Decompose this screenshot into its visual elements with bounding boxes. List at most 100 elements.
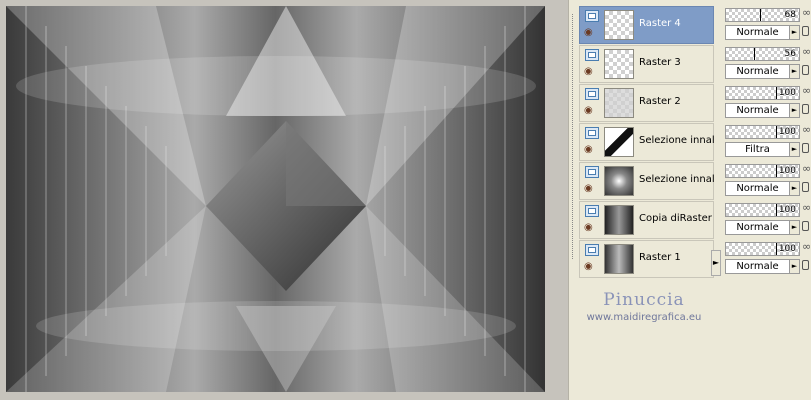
opacity-slider[interactable]: 100 <box>725 203 800 217</box>
opacity-slider[interactable]: 100 <box>725 125 800 139</box>
layer-thumbnail <box>604 205 634 235</box>
blend-mode-select[interactable]: Normale ► <box>725 181 800 196</box>
layer-properties: 100 Normale ► ∞ <box>724 201 811 239</box>
layer-row[interactable]: ◉ Selezione innalzata <box>579 162 715 200</box>
layer-properties: 100 Normale ► ∞ <box>724 84 811 122</box>
layer-properties: 56 Normale ► ∞ <box>724 45 811 83</box>
layer-row[interactable]: ◉ Raster 4 <box>579 6 714 44</box>
layer-row[interactable]: ◉ Copia diRaster 1 <box>579 201 715 239</box>
layer-type-icon[interactable] <box>585 88 599 100</box>
layer-thumbnail <box>604 10 634 40</box>
blend-mode-select[interactable]: Normale ► <box>725 259 800 274</box>
blend-mode-value: Normale <box>736 105 779 116</box>
opacity-value: 100 <box>778 88 796 98</box>
layer-row[interactable]: ◉ Raster 1 <box>579 240 714 278</box>
dropdown-arrow-icon[interactable]: ► <box>789 221 799 234</box>
layer-row[interactable]: ◉ Raster 3 <box>579 45 714 83</box>
opacity-value: 100 <box>778 244 796 254</box>
dropdown-arrow-icon[interactable]: ► <box>789 26 799 39</box>
blend-mode-value: Normale <box>736 222 779 233</box>
opacity-slider[interactable]: 100 <box>725 86 800 100</box>
dropdown-arrow-icon[interactable]: ► <box>789 143 799 156</box>
layer-name: Copia diRaster 1 <box>639 213 715 224</box>
eye-icon[interactable]: ◉ <box>584 184 600 194</box>
layer-name: Selezione innalzata <box>639 174 715 185</box>
scroll-right-arrow-icon[interactable]: ► <box>711 250 721 276</box>
opacity-marker[interactable] <box>776 87 777 99</box>
link-icon[interactable]: ∞ <box>802 84 811 97</box>
eye-icon[interactable]: ◉ <box>584 223 600 233</box>
lock-icon[interactable] <box>802 65 809 75</box>
link-icon[interactable]: ∞ <box>802 6 811 19</box>
opacity-marker[interactable] <box>776 165 777 177</box>
opacity-marker[interactable] <box>760 9 761 21</box>
link-icon[interactable]: ∞ <box>802 201 811 214</box>
opacity-value: 56 <box>784 49 796 59</box>
layer-type-icon[interactable] <box>585 166 599 178</box>
layer-name: Raster 2 <box>639 96 681 107</box>
blend-mode-value: Normale <box>736 183 779 194</box>
layer-properties: 100 Normale ► ∞ <box>724 162 811 200</box>
watermark: Pinuccia www.maidiregrafica.eu <box>569 290 719 323</box>
layer-thumbnail <box>604 49 634 79</box>
opacity-slider[interactable]: 100 <box>725 242 800 256</box>
opacity-marker[interactable] <box>776 204 777 216</box>
eye-icon[interactable]: ◉ <box>584 67 600 77</box>
lock-icon[interactable] <box>802 26 809 36</box>
layer-name: Raster 3 <box>639 57 681 68</box>
link-icon[interactable]: ∞ <box>802 240 811 253</box>
watermark-name: Pinuccia <box>603 290 685 310</box>
layer-thumbnail <box>604 127 634 157</box>
blend-mode-select[interactable]: Normale ► <box>725 103 800 118</box>
blend-mode-value: Normale <box>736 261 779 272</box>
link-icon[interactable]: ∞ <box>802 45 811 58</box>
opacity-marker[interactable] <box>754 48 755 60</box>
opacity-slider[interactable]: 56 <box>725 47 800 61</box>
link-icon[interactable]: ∞ <box>802 123 811 136</box>
layers-panel: ◉ Raster 4 ◉ Raster 3 ◉ Raster 2 ◉ Selezione in… <box>568 0 811 400</box>
watermark-url: www.maidiregrafica.eu <box>586 312 702 323</box>
layer-properties: 100 Normale ► ∞ <box>724 240 811 278</box>
blend-mode-value: Normale <box>736 66 779 77</box>
layer-name: Selezione innalzata <box>639 135 715 146</box>
opacity-value: 68 <box>784 10 796 20</box>
blend-mode-select[interactable]: Filtra ► <box>725 142 800 157</box>
layer-type-icon[interactable] <box>585 205 599 217</box>
layer-type-icon[interactable] <box>585 244 599 256</box>
lock-icon[interactable] <box>802 104 809 114</box>
lock-icon[interactable] <box>802 182 809 192</box>
layer-row[interactable]: ◉ Raster 2 <box>579 84 714 122</box>
lock-icon[interactable] <box>802 221 809 231</box>
layer-row[interactable]: ◉ Selezione innalzata <box>579 123 715 161</box>
layer-name: Raster 1 <box>639 252 681 263</box>
canvas-area[interactable] <box>0 0 568 400</box>
blend-mode-select[interactable]: Normale ► <box>725 64 800 79</box>
layer-tree-line <box>572 14 574 259</box>
layer-properties: 100 Filtra ► ∞ <box>724 123 811 161</box>
dropdown-arrow-icon[interactable]: ► <box>789 260 799 273</box>
opacity-slider[interactable]: 100 <box>725 164 800 178</box>
blend-mode-value: Filtra <box>745 144 770 155</box>
opacity-slider[interactable]: 68 <box>725 8 800 22</box>
blend-mode-select[interactable]: Normale ► <box>725 220 800 235</box>
eye-icon[interactable]: ◉ <box>584 106 600 116</box>
dropdown-arrow-icon[interactable]: ► <box>789 65 799 78</box>
link-icon[interactable]: ∞ <box>802 162 811 175</box>
dropdown-arrow-icon[interactable]: ► <box>789 182 799 195</box>
opacity-marker[interactable] <box>776 243 777 255</box>
opacity-marker[interactable] <box>776 126 777 138</box>
blend-mode-select[interactable]: Normale ► <box>725 25 800 40</box>
dropdown-arrow-icon[interactable]: ► <box>789 104 799 117</box>
eye-icon[interactable]: ◉ <box>584 145 600 155</box>
layer-type-icon[interactable] <box>585 127 599 139</box>
lock-icon[interactable] <box>802 260 809 270</box>
layer-thumbnail <box>604 166 634 196</box>
opacity-value: 100 <box>778 127 796 137</box>
eye-icon[interactable]: ◉ <box>584 28 600 38</box>
lock-icon[interactable] <box>802 143 809 153</box>
artwork-image <box>6 6 545 392</box>
layer-properties: 68 Normale ► ∞ <box>724 6 811 44</box>
layer-type-icon[interactable] <box>585 10 599 22</box>
layer-type-icon[interactable] <box>585 49 599 61</box>
eye-icon[interactable]: ◉ <box>584 262 600 272</box>
